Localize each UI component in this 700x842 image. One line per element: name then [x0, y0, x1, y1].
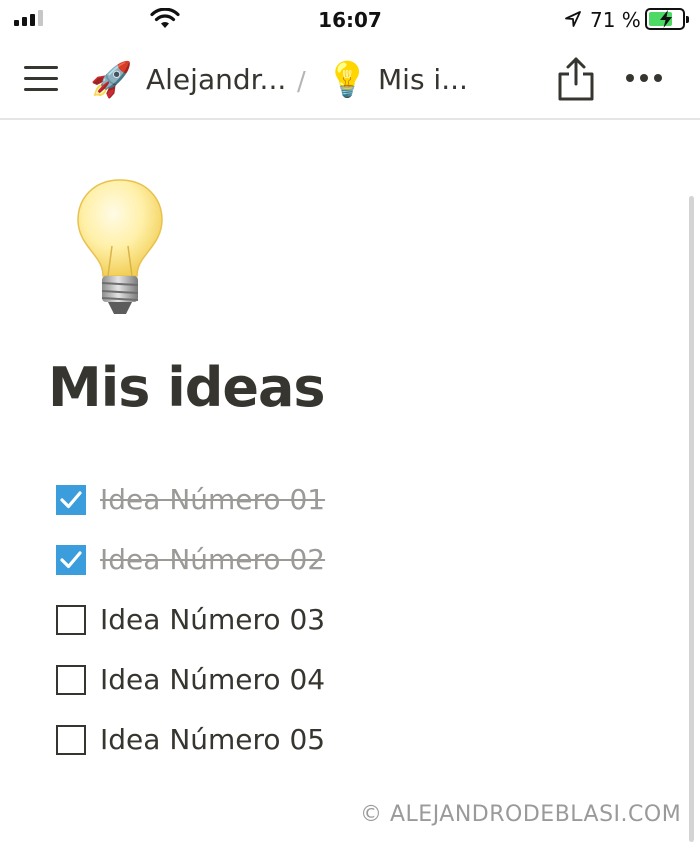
hamburger-menu-icon[interactable]	[24, 64, 58, 94]
breadcrumb-current[interactable]: Mis i...	[378, 62, 468, 98]
lightbulb-icon[interactable]	[72, 176, 168, 324]
checkbox[interactable]	[56, 725, 86, 755]
scrollbar[interactable]	[689, 196, 694, 842]
todo-item[interactable]: Idea Número 03	[54, 600, 454, 660]
location-arrow-icon	[565, 11, 581, 27]
todo-label[interactable]: Idea Número 05	[100, 720, 325, 760]
status-bar: 16:07 71 %	[0, 0, 700, 40]
checkbox-checked[interactable]	[56, 545, 86, 575]
battery-level	[649, 10, 672, 28]
watermark: © ALEJANDRODEBLASI.COM	[360, 802, 682, 827]
todo-list: Idea Número 01 Idea Número 02 Idea Número …	[54, 480, 454, 780]
battery-charging-icon	[645, 8, 689, 30]
lightbulb-icon: 💡	[326, 60, 369, 100]
todo-label[interactable]: Idea Número 02	[100, 540, 325, 580]
todo-item[interactable]: Idea Número 02	[54, 540, 454, 600]
rocket-icon: 🚀	[90, 60, 133, 100]
page-title[interactable]: Mis ideas	[48, 356, 326, 420]
breadcrumb-separator: /	[297, 67, 306, 97]
share-icon[interactable]	[556, 56, 596, 102]
more-icon[interactable]	[626, 74, 662, 82]
checkbox[interactable]	[56, 665, 86, 695]
nav-bar: 🚀 Alejandr... / 💡 Mis i...	[0, 44, 700, 120]
todo-item[interactable]: Idea Número 04	[54, 660, 454, 720]
todo-item[interactable]: Idea Número 05	[54, 720, 454, 780]
checkbox[interactable]	[56, 605, 86, 635]
todo-label[interactable]: Idea Número 03	[100, 600, 325, 640]
checkbox-checked[interactable]	[56, 485, 86, 515]
todo-label[interactable]: Idea Número 01	[100, 480, 325, 520]
battery-percent: 71 %	[590, 8, 641, 32]
breadcrumb-parent[interactable]: Alejandr...	[146, 62, 286, 98]
todo-label[interactable]: Idea Número 04	[100, 660, 325, 700]
charging-bolt-icon	[660, 10, 672, 28]
todo-item[interactable]: Idea Número 01	[54, 480, 454, 540]
checkmark-icon	[60, 491, 82, 509]
checkmark-icon	[60, 551, 82, 569]
